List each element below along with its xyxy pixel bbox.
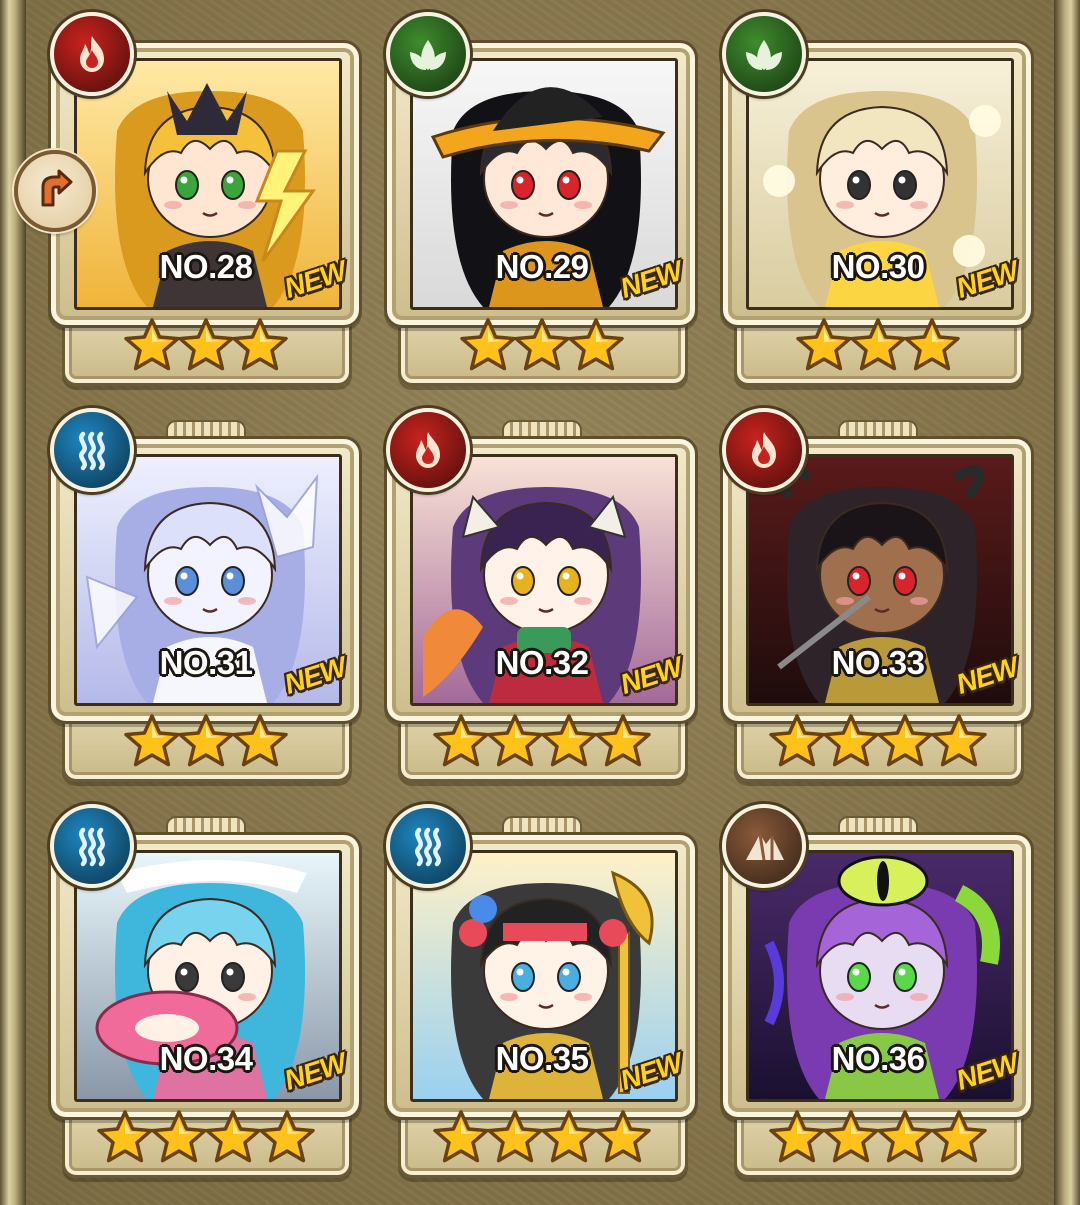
- unit-card[interactable]: NO.32 NEW: [384, 408, 698, 794]
- waves-icon: [50, 804, 134, 888]
- rarity-star-icon: [176, 316, 236, 376]
- rarity-star-icon: [848, 316, 908, 376]
- rarity-stars: [384, 1108, 700, 1168]
- rarity-star-icon: [821, 1108, 881, 1168]
- rarity-star-icon: [767, 1108, 827, 1168]
- rarity-star-icon: [593, 712, 653, 772]
- waves-icon: [386, 804, 470, 888]
- rarity-up-icon[interactable]: [14, 150, 96, 232]
- rarity-stars: [720, 1108, 1036, 1168]
- rarity-star-icon: [512, 316, 572, 376]
- rarity-star-icon: [566, 316, 626, 376]
- rarity-star-icon: [875, 1108, 935, 1168]
- rarity-stars: [384, 316, 700, 376]
- rarity-star-icon: [593, 1108, 653, 1168]
- rarity-star-icon: [485, 712, 545, 772]
- rarity-star-icon: [431, 712, 491, 772]
- rarity-star-icon: [257, 1108, 317, 1168]
- unit-card[interactable]: NO.28 NEW: [48, 12, 362, 398]
- rarity-star-icon: [122, 712, 182, 772]
- rarity-star-icon: [929, 1108, 989, 1168]
- rarity-star-icon: [875, 712, 935, 772]
- rarity-stars: [720, 712, 1036, 772]
- unit-card[interactable]: NO.33 NEW: [720, 408, 1034, 794]
- unit-card[interactable]: NO.31 NEW: [48, 408, 362, 794]
- leaf-icon: [722, 12, 806, 96]
- rarity-star-icon: [95, 1108, 155, 1168]
- rarity-star-icon: [230, 712, 290, 772]
- unit-card[interactable]: NO.36 NEW: [720, 804, 1034, 1190]
- rarity-star-icon: [230, 316, 290, 376]
- rarity-star-icon: [149, 1108, 209, 1168]
- waves-icon: [50, 408, 134, 492]
- flame-icon: [386, 408, 470, 492]
- unit-card[interactable]: NO.29 NEW: [384, 12, 698, 398]
- rarity-stars: [384, 712, 700, 772]
- unit-card[interactable]: NO.35 NEW: [384, 804, 698, 1190]
- rarity-star-icon: [176, 712, 236, 772]
- unit-card[interactable]: NO.34 NEW: [48, 804, 362, 1190]
- rarity-stars: [48, 712, 364, 772]
- rarity-star-icon: [458, 316, 518, 376]
- rarity-stars: [720, 316, 1036, 376]
- rarity-star-icon: [122, 316, 182, 376]
- flame-icon: [50, 12, 134, 96]
- rarity-star-icon: [539, 712, 599, 772]
- rarity-star-icon: [794, 316, 854, 376]
- unit-card[interactable]: NO.30 NEW: [720, 12, 1034, 398]
- rarity-stars: [48, 1108, 364, 1168]
- rarity-star-icon: [539, 1108, 599, 1168]
- flame-icon: [722, 408, 806, 492]
- rarity-star-icon: [929, 712, 989, 772]
- rarity-star-icon: [902, 316, 962, 376]
- rarity-star-icon: [821, 712, 881, 772]
- right-frame-rail: [1054, 0, 1080, 1205]
- rarity-star-icon: [767, 712, 827, 772]
- rarity-star-icon: [431, 1108, 491, 1168]
- leaf-icon: [386, 12, 470, 96]
- rarity-star-icon: [485, 1108, 545, 1168]
- mountain-icon: [722, 804, 806, 888]
- rarity-star-icon: [203, 1108, 263, 1168]
- rarity-stars: [48, 316, 364, 376]
